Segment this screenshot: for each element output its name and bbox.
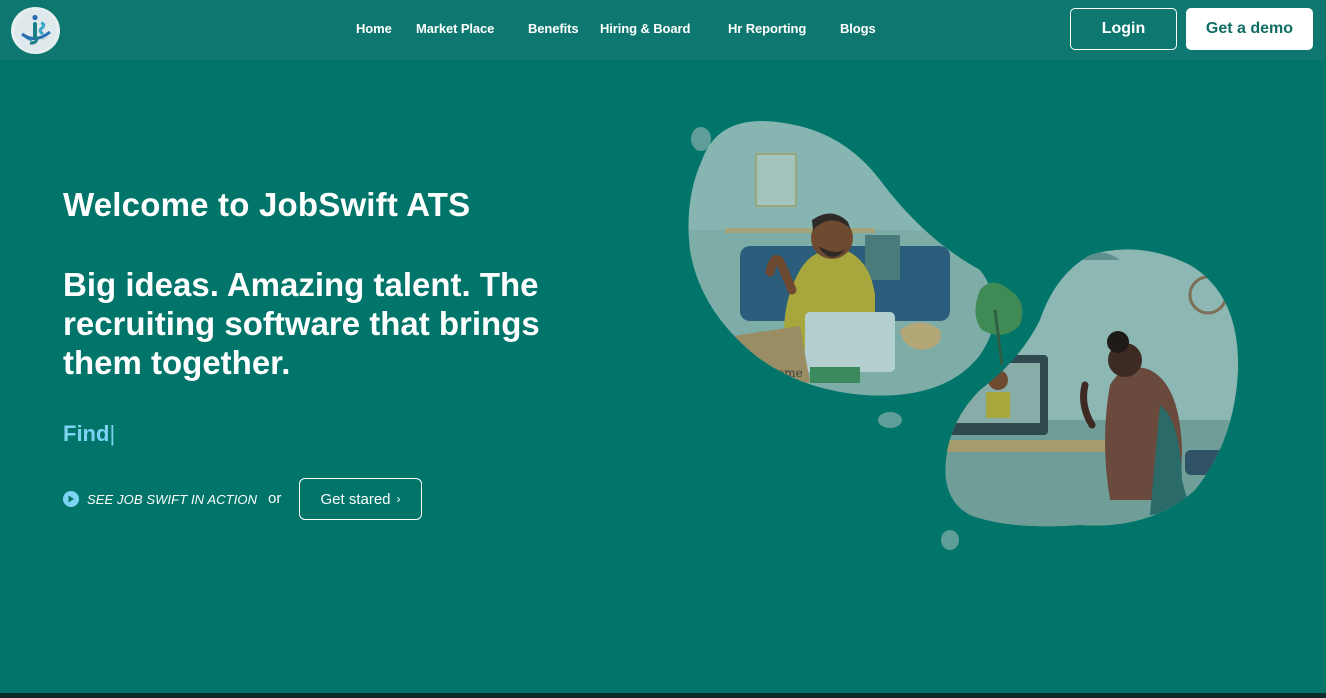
bottom-border — [0, 693, 1326, 698]
or-separator: or — [268, 490, 282, 507]
nav-link-benefits[interactable]: Benefits — [528, 21, 579, 36]
hero-welcome-heading: Welcome to JobSwift ATS — [63, 186, 471, 223]
logo-icon[interactable] — [11, 7, 60, 54]
typed-cursor: | — [109, 421, 116, 446]
welcome-box-label: Welcome — [748, 366, 803, 380]
get-started-label: Get stared — [320, 490, 391, 508]
nav-link-home[interactable]: Home — [356, 21, 392, 36]
get-demo-button[interactable]: Get a demo — [1186, 8, 1313, 50]
typed-text: Find| — [63, 421, 115, 447]
nav-link-blogs[interactable]: Blogs — [840, 21, 876, 36]
play-circle-icon — [63, 491, 79, 507]
hero-illustration: Welcome — [680, 120, 1250, 560]
nav-link-hr-reporting[interactable]: Hr Reporting — [728, 21, 806, 36]
typed-word: Find — [63, 421, 110, 446]
hero-tagline: Big ideas. Amazing talent. The recruitin… — [63, 266, 540, 381]
see-in-action-link[interactable]: SEE JOB SWIFT IN ACTION — [63, 490, 257, 508]
nav-link-market-place[interactable]: Market Place — [416, 21, 494, 36]
chevron-right-icon: › — [396, 492, 401, 506]
see-in-action-label: SEE JOB SWIFT IN ACTION — [87, 491, 258, 507]
remote-interview-illustration: Welcome — [688, 120, 1239, 550]
navbar: Home Market Place Benefits Hiring & Boar… — [0, 0, 1326, 60]
nav-link-hiring-board[interactable]: Hiring & Board — [600, 21, 690, 36]
jobswift-logo-icon — [14, 9, 57, 52]
get-started-button[interactable]: Get stared › — [299, 478, 422, 520]
login-button[interactable]: Login — [1070, 8, 1177, 50]
